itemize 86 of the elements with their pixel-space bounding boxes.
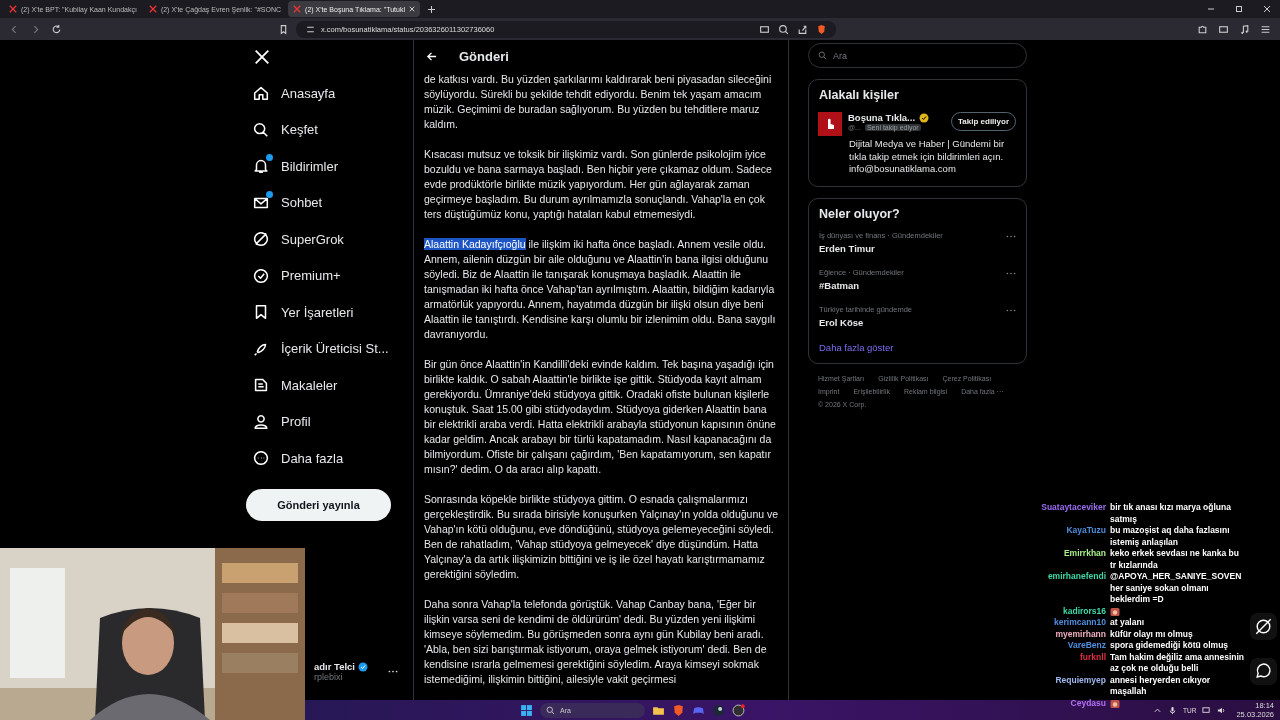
nav-item[interactable]: Yer İşaretleri — [246, 294, 413, 331]
chat-username: furknll — [1079, 651, 1106, 664]
speaker-icon[interactable] — [1217, 705, 1227, 715]
nav-item[interactable]: Keşfet — [246, 111, 413, 148]
more-icon[interactable] — [388, 670, 398, 673]
minimize-icon[interactable] — [1207, 5, 1215, 13]
trend-topic[interactable]: #Batman — [819, 279, 904, 291]
search-field[interactable]: Ara — [808, 43, 1027, 68]
emote-icon — [1110, 698, 1120, 709]
post-paragraph: Daha sonra Vahap'la telefonda görüştük. Vahap Canbay bana, 'Eğer bir ilişkin varsa seni de kendimi de öldürürüm' dedi. Bu yüzden yeni ilişkimi kimseye söylemedim. Bu görüşmeden sonra aynı gün Kubilay beni aradı. 'Abla, ben sizi barıştırmak istiyorum, oraya gelmek istiyorum' dedi. Ben de kendisine ısrarla gelmemesi gerektiğini söyledim. Araya kimseyi sokmak istemediğimi, ilişkimin bittiğini, ailesiyle vakit geçirmesi — [424, 597, 768, 687]
post-paragraph: Bir gün önce Alaattin'in Kandilli'deki evinde kaldım. Tek başına yaşadığı için birlikte kaldık. O sabah Alaattin'le birlikte işe gittik. Stüdyoda kayıt almam gerekiyordu. Ümraniye'deki stüdyoya gittik. Oradaki ofiste bulunan kişilerle konuştuk. Saat 15.00 gibi stüdyodaydım. Stüdyoya giderken Alaattin bana bir elektrikli araba verdi. Hatta elektrikli arabayla stüdyonun kapısının önüne kadar geldim. Ancak arabayı bir türlü kapatamadım. Nasıl kapanacağını da bilmiyordum. Ofiste bir çalışanı çağırdım, 'Ben kapatamıyorum, sen kapatır mısın?' dedim. O da aracı alıp kapattı. — [424, 357, 777, 477]
nav-item[interactable]: Makaleler — [246, 367, 413, 404]
chat-username: kadirors16 — [1062, 605, 1106, 617]
search-icon — [818, 51, 827, 60]
chat-message: annesi heryerden cıkıyor maşallah — [1110, 674, 1212, 698]
post-paragraph: de katkısı vardı. Bu yüzden şarkılarımı kaldırarak beni piyasadan sileceğini söylüyordu. Sürekli bu şekilde tehdit ediyordu. Benim tek yaşam amacım müzik. Geçimimi de buradan sağlıyorum. Bu yüzden bu tehditlere maruz kaldım. — [424, 72, 773, 132]
account-name[interactable]: Boşuna Tıkla... — [848, 112, 916, 123]
close-icon[interactable] — [1263, 5, 1271, 13]
menu-icon[interactable] — [1260, 23, 1271, 35]
account-bio: Dijital Medya ve Haber | Gündemi bir tıkla takip etmek için bildirimleri açın. info@bosunatiklama.com — [849, 138, 1006, 176]
more-icon — [252, 449, 270, 468]
x-logo-icon[interactable] — [253, 48, 271, 66]
chat-message: @APOYA_HER_SANIYE_SOVEN her saniye sokan olmanı beklerdim =D — [1110, 571, 1243, 606]
nav-item[interactable]: Daha fazla — [246, 440, 413, 477]
music-icon[interactable] — [1239, 23, 1250, 35]
cast-icon[interactable] — [759, 23, 770, 35]
chat-message: keko erkek sevdası ne kanka bu tr kızlarında — [1110, 548, 1240, 571]
chat-username: kerimcann10 — [1053, 617, 1106, 629]
chat-message: at yalanı — [1110, 617, 1146, 629]
chat-message: spora gidemediği kötü olmuş — [1110, 640, 1230, 652]
more-icon[interactable] — [1006, 234, 1016, 238]
restore-icon[interactable] — [1235, 5, 1243, 13]
nav-item[interactable]: Anasayfa — [246, 75, 413, 112]
show-more-link[interactable]: Daha fazla göster — [819, 341, 1016, 353]
bookmark-icon[interactable] — [278, 23, 289, 35]
trend-topic[interactable]: Erol Köse — [819, 316, 912, 328]
close-icon[interactable] — [408, 6, 415, 12]
trend-topic[interactable]: Erden Timur — [819, 242, 943, 254]
grok-icon[interactable] — [1250, 613, 1277, 640]
nav-item[interactable]: SuperGrok — [246, 221, 413, 258]
zoom-icon[interactable] — [778, 23, 789, 35]
chat-username: Ceydasu — [1069, 697, 1106, 709]
post-paragraph: Alaattin Kadayıfçıoğlu ile ilişkim iki hafta önce başladı. Annem vesile oldu. Annem, ailenin düzgün bir aile olduğunu ve Alaattin'in bana ilgisi olduğunu söyledi. Biz de Alaattin ile tanışarak konuşmaya başladık. Alaattin ile tanışmadan iki hafta önce Vahap'tan ayrılmıştım. Alaattin, bildiğim kadarıyla armatörlük yapıyordu. Annem, hayatımda düzgün bir ilişki olsun diye beni Alaattin ile tanıştırdı. Kendisine karşı olumlu bir izlenimim oldu. Bana saygılı davranıyordu. — [424, 237, 777, 342]
reload-icon[interactable] — [51, 23, 62, 35]
monitor-icon[interactable] — [1202, 705, 1212, 715]
post-paragraph: Sonrasında köpekle birlikte stüdyoya gittim. O esnada çalışmalarımızı gerçekleştirdik. Bu sırada birisiyle konuşurken Yalçınay'ın yolda olduğunu ve Vahap'ın kötü olduğunu, eve döndüğünü, stüdyoya gelemeyeceğini söyledi. Ben de rahatladım, 'Vahap stüdyoya gelmeyecek' diye düşündüm. Hatta Yalçınay'a da artık ilişkimizin bittiğini ve iş ile özel hayatı karıştırmamamız gerektiğini söyledim. — [424, 492, 779, 582]
card-title: Alakalı kişiler — [819, 88, 900, 102]
person-icon — [252, 412, 270, 431]
account-name: adır Telci — [314, 661, 355, 672]
bell-icon — [252, 157, 270, 176]
x-logo-icon — [9, 5, 17, 13]
post-paragraph: Kısacası mutsuz ve toksik bir ilişkimiz vardı. Son günlerde psikolojim iyice bozuldu ve bana sarmaya başladı. Ben hiçbir yere çıkamaz oldum. Sadece evde prodüktörle birlikte müzik yapıyordum. Her gün ağlayarak zaman geçirmeye başladım. Bu durum ayrılmamızla sonuçlandı. Vahap'la en çok ters düştüğümüz konu, yaptığı hataları kabul etmemesiydi. — [424, 147, 773, 222]
home-icon — [252, 84, 270, 103]
search-icon — [252, 120, 270, 139]
chat-username: myemirhann — [1054, 628, 1106, 640]
more-icon[interactable] — [1006, 308, 1016, 312]
chat-username: emirhanefendi — [1046, 571, 1106, 583]
chat-message: küfür olayı mı olmuş — [1110, 628, 1194, 640]
chat-username: VareBenz — [1066, 640, 1106, 652]
chat-bubble-icon[interactable] — [1250, 658, 1277, 685]
record-icon[interactable] — [732, 703, 745, 717]
x-logo-icon — [293, 5, 302, 13]
search-icon — [546, 705, 555, 715]
chat-username: KayaTuzu — [1065, 525, 1106, 537]
nav-item[interactable]: Sohbet — [246, 184, 413, 221]
chat-username: Requiemyep — [1054, 674, 1106, 687]
following-button[interactable]: Takip ediliyor — [951, 112, 1016, 131]
back-icon[interactable] — [426, 50, 437, 62]
emote-icon — [1110, 606, 1120, 617]
nav-item[interactable]: İçerik Üreticisi St... — [246, 330, 413, 367]
page-title: Gönderi — [459, 48, 509, 64]
nav-item[interactable]: Profil — [246, 403, 413, 440]
card-title: Neler oluyor? — [819, 206, 901, 221]
new-tab-icon[interactable] — [427, 5, 435, 13]
nav-item[interactable]: Premium+ — [246, 257, 413, 294]
microphone-icon[interactable] — [1168, 705, 1178, 715]
post-button[interactable]: Gönderi yayınla — [246, 488, 391, 521]
account-handle: rplebixi — [314, 672, 344, 682]
share-icon[interactable] — [797, 23, 808, 35]
x-logo-icon — [148, 5, 157, 13]
start-icon[interactable] — [520, 703, 533, 717]
chat-username: Emirrkhan — [1062, 548, 1106, 560]
chat-username: Suataytaceviker — [1040, 502, 1106, 514]
nav-item[interactable]: Bildirimler — [246, 148, 413, 185]
more-icon[interactable] — [1006, 271, 1016, 275]
shield-icon[interactable] — [816, 23, 827, 35]
